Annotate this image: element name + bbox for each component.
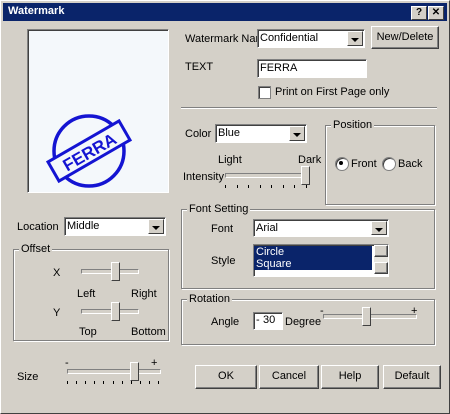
- slider-tick: [85, 381, 86, 384]
- watermark-stamp: FERRA: [45, 114, 133, 188]
- style-listbox[interactable]: Circle Square: [253, 244, 389, 277]
- slider-tick: [271, 185, 272, 188]
- style-option-square[interactable]: Square: [254, 258, 372, 270]
- position-group-label: Position: [331, 119, 375, 131]
- preview-pane: FERRA: [27, 29, 169, 193]
- chevron-down-icon[interactable]: [371, 221, 387, 235]
- slider-track: [81, 269, 139, 274]
- offset-top-label: Top: [79, 326, 97, 338]
- slider-tick: [140, 381, 141, 384]
- color-combo[interactable]: Blue: [215, 124, 307, 143]
- back-radio[interactable]: [382, 157, 396, 171]
- slider-tick: [122, 381, 123, 384]
- font-combo[interactable]: Arial: [253, 219, 389, 237]
- default-button[interactable]: Default: [383, 365, 441, 389]
- watermark-dialog: Watermark ? ✕ FERRA Watermark Name Confi…: [0, 0, 450, 414]
- location-combo[interactable]: Middle: [64, 217, 166, 236]
- slider-tick: [260, 185, 261, 188]
- offset-right-label: Right: [131, 288, 157, 300]
- text-input-value: FERRA: [260, 62, 298, 74]
- slider-thumb[interactable]: [362, 307, 371, 326]
- slider-tick: [94, 381, 95, 384]
- location-value: Middle: [67, 220, 100, 232]
- offset-y-slider[interactable]: [81, 301, 145, 321]
- title-bar[interactable]: Watermark ? ✕: [3, 3, 447, 21]
- front-label: Front: [351, 158, 377, 170]
- degree-label: Degree: [285, 316, 322, 328]
- slider-thumb[interactable]: [111, 302, 120, 321]
- style-label: Style: [211, 255, 236, 267]
- slider-thumb[interactable]: [301, 166, 310, 185]
- location-label: Location: [17, 221, 59, 233]
- angle-input[interactable]: - 30: [253, 312, 283, 330]
- intensity-label: Intensity: [183, 171, 224, 183]
- slider-tick: [158, 381, 159, 384]
- rotation-slider[interactable]: [323, 306, 423, 326]
- chevron-down-icon[interactable]: [347, 31, 363, 46]
- angle-value: 30: [263, 314, 276, 326]
- text-label: TEXT: [185, 61, 214, 73]
- offset-group-label: Offset: [19, 243, 53, 255]
- slider-tick: [131, 381, 132, 384]
- slider-tick: [283, 185, 284, 188]
- new-delete-button[interactable]: New/Delete: [371, 26, 439, 49]
- help-title-button[interactable]: ?: [411, 6, 427, 20]
- slider-tick: [306, 185, 307, 188]
- offset-left-label: Left: [77, 288, 96, 300]
- color-label: Color: [185, 128, 212, 140]
- style-option-circle[interactable]: Circle: [254, 246, 372, 258]
- size-label: Size: [17, 371, 39, 383]
- window-title: Watermark: [8, 5, 65, 17]
- color-value: Blue: [218, 127, 241, 139]
- font-label: Font: [211, 223, 234, 235]
- style-scrollbar[interactable]: [374, 245, 388, 274]
- cancel-button[interactable]: Cancel: [259, 365, 319, 389]
- slider-tick: [248, 185, 249, 188]
- slider-tick: [237, 185, 238, 188]
- offset-x-label: X: [53, 267, 61, 279]
- slider-thumb[interactable]: [130, 362, 139, 381]
- slider-track: [81, 309, 139, 314]
- angle-sign: -: [256, 314, 260, 326]
- slider-tick: [149, 381, 150, 384]
- slider-tick: [103, 381, 104, 384]
- chevron-down-icon[interactable]: [289, 126, 305, 141]
- offset-y-label: Y: [53, 307, 61, 319]
- slider-track: [225, 173, 309, 178]
- ok-button[interactable]: OK: [195, 365, 257, 389]
- angle-label: Angle: [211, 316, 240, 328]
- offset-bottom-label: Bottom: [131, 326, 166, 338]
- back-label: Back: [398, 158, 423, 170]
- close-title-button[interactable]: ✕: [428, 6, 444, 20]
- text-input[interactable]: FERRA: [257, 59, 367, 78]
- slider-tick: [113, 381, 114, 384]
- offset-x-slider[interactable]: [81, 261, 145, 281]
- slider-tick: [76, 381, 77, 384]
- first-page-checkbox[interactable]: [258, 86, 271, 99]
- font-value: Arial: [256, 222, 279, 234]
- scroll-up-arrow-icon[interactable]: [374, 245, 388, 257]
- font-setting-group-label: Font Setting: [187, 203, 251, 215]
- slider-track: [67, 369, 161, 374]
- watermark-name-value: Confidential: [260, 32, 319, 44]
- first-page-label: Print on First Page only: [275, 86, 390, 98]
- front-radio[interactable]: [335, 157, 349, 171]
- scroll-down-arrow-icon[interactable]: [374, 262, 388, 274]
- watermark-name-combo[interactable]: Confidential: [257, 29, 365, 48]
- slider-tick: [225, 185, 226, 188]
- slider-tick: [67, 381, 68, 384]
- help-button[interactable]: Help: [321, 365, 379, 389]
- chevron-down-icon[interactable]: [148, 219, 164, 234]
- rotation-group-label: Rotation: [187, 293, 232, 305]
- size-slider[interactable]: [67, 361, 167, 385]
- slider-thumb[interactable]: [111, 262, 120, 281]
- separator: [181, 107, 437, 109]
- intensity-slider[interactable]: [225, 165, 315, 189]
- slider-tick: [294, 185, 295, 188]
